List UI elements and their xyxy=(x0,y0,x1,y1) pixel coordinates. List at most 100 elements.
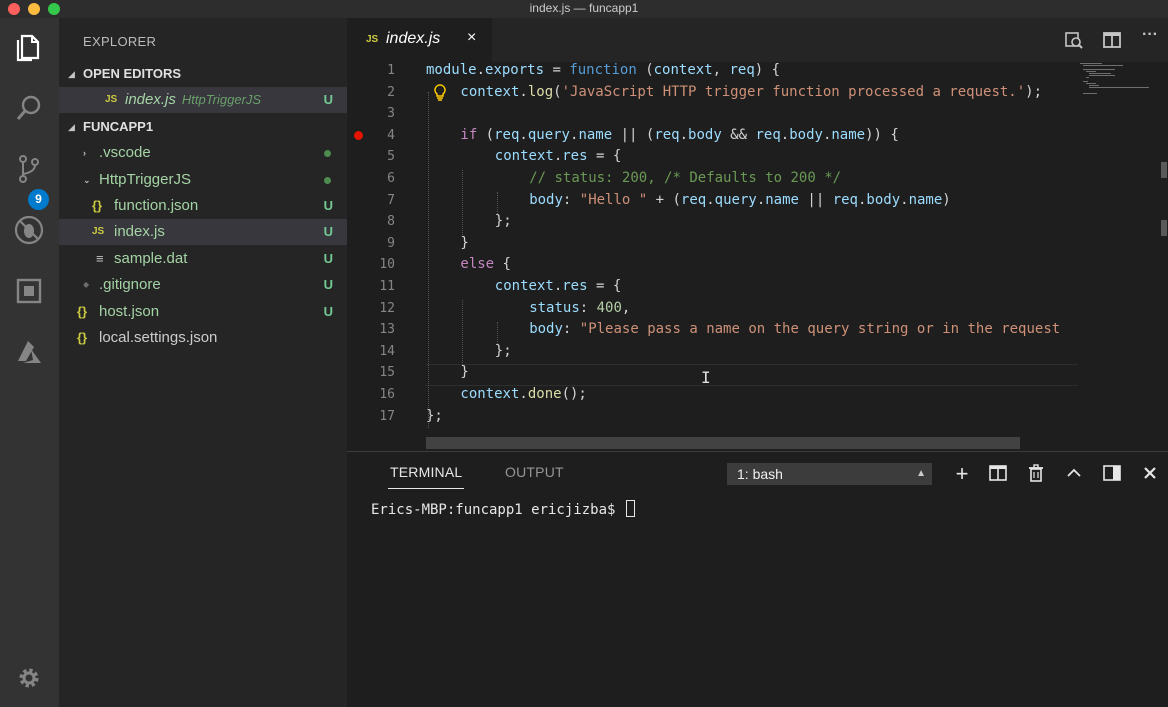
js-file-icon: JS xyxy=(366,34,379,45)
title-bar: index.js — funcapp1 xyxy=(0,0,1168,18)
code-token: req xyxy=(654,126,680,143)
terminal-prompt: Erics-MBP:funcapp1 ericjizba$ xyxy=(371,502,624,518)
tree-item-host-json[interactable]: {} host.json U xyxy=(59,299,347,325)
debug-icon[interactable] xyxy=(12,213,46,247)
search-icon[interactable] xyxy=(12,91,46,125)
tree-item-function-json[interactable]: {} function.json U xyxy=(59,193,347,219)
code-line: else { xyxy=(460,254,511,276)
select-arrow-icon: ▲ xyxy=(916,468,926,479)
tab-label: index.js xyxy=(386,30,441,47)
explorer-sidebar: EXPLORER ◢ OPEN EDITORS JS index.js HttpT… xyxy=(59,18,347,707)
git-file-icon: ◆ xyxy=(83,280,90,289)
code-token: : xyxy=(579,299,597,316)
tree-item-gitignore[interactable]: ◆ .gitignore U xyxy=(59,272,347,298)
horizontal-scrollbar[interactable] xyxy=(426,437,1020,449)
code-line: body: "Please pass a name on the query s… xyxy=(529,319,1060,341)
tab-output[interactable]: OUTPUT xyxy=(505,464,564,480)
lightbulb-icon[interactable] xyxy=(433,84,447,102)
code-token: query xyxy=(527,126,570,143)
code-token: = { xyxy=(587,278,622,294)
code-token: req xyxy=(494,126,520,143)
tab-index-js[interactable]: JS index.js × xyxy=(347,18,492,62)
tree-item-index-js[interactable]: JS index.js U xyxy=(59,219,347,245)
activity-bar: 9 xyxy=(0,18,59,707)
code-token: req xyxy=(680,191,707,208)
split-editor-icon[interactable] xyxy=(1102,30,1122,50)
open-changes-icon[interactable] xyxy=(1064,30,1084,50)
code-line: context.log('JavaScript HTTP trigger fun… xyxy=(460,82,1042,104)
close-icon[interactable]: × xyxy=(467,29,476,47)
code-token: exports xyxy=(485,62,545,78)
terminal-cursor xyxy=(625,500,635,517)
chevron-right-icon: › xyxy=(83,148,86,158)
code-token: body xyxy=(529,321,563,338)
tree-item-label: local.settings.json xyxy=(99,329,218,346)
code-token: res xyxy=(562,148,588,165)
code-token: context xyxy=(460,83,520,100)
code-token: 400 xyxy=(596,299,622,316)
open-editors-header[interactable]: ◢ OPEN EDITORS xyxy=(59,63,347,85)
code-editor[interactable]: 1 2 3 4 5 6 7 8 9 10 11 12 13 14 15 16 17 module.exports… xyxy=(347,62,1168,451)
project-header[interactable]: ◢ FUNCAPP1 xyxy=(59,116,347,138)
split-terminal-icon[interactable] xyxy=(989,464,1007,484)
tree-item-local-settings-json[interactable]: {} local.settings.json xyxy=(59,325,347,351)
new-terminal-icon[interactable]: + xyxy=(953,463,971,485)
toggle-panel-icon[interactable] xyxy=(1103,464,1121,484)
line-number: 3 xyxy=(387,106,395,122)
tree-item-httptriggerjs[interactable]: ⌄ HttpTriggerJS xyxy=(59,167,347,193)
chevron-down-icon: ◢ xyxy=(68,122,75,132)
code-token: name xyxy=(765,191,799,208)
extensions-icon[interactable] xyxy=(12,274,46,308)
js-file-icon: JS xyxy=(105,94,118,105)
code-token: . xyxy=(519,126,528,143)
line-number: 1 xyxy=(387,63,395,78)
terminal-output[interactable]: Erics-MBP:funcapp1 ericjizba$ xyxy=(371,500,635,518)
tree-item-label: HttpTriggerJS xyxy=(99,171,191,188)
breakpoint-icon[interactable] xyxy=(354,131,363,140)
more-actions-icon[interactable]: ··· xyxy=(1140,26,1160,46)
code-token: context xyxy=(494,148,554,165)
status-badge: U xyxy=(323,277,333,292)
terminal-select[interactable]: 1: bash ▲ xyxy=(727,463,932,485)
tree-item-sample-dat[interactable]: ≡ sample.dat U xyxy=(59,246,347,272)
modified-dot xyxy=(324,150,331,157)
code-token: , xyxy=(712,62,730,78)
close-panel-icon[interactable] xyxy=(1141,464,1159,484)
code-token: } xyxy=(460,364,469,381)
tree-item-vscode[interactable]: › .vscode xyxy=(59,140,347,166)
code-token: ( xyxy=(477,126,495,143)
chevron-down-icon: ⌄ xyxy=(83,175,91,185)
line-number: 6 xyxy=(387,171,395,186)
explorer-icon[interactable] xyxy=(12,30,46,64)
tab-terminal[interactable]: TERMINAL xyxy=(387,464,465,489)
code-token: . xyxy=(519,83,528,100)
azure-icon[interactable] xyxy=(12,335,46,369)
open-editor-item[interactable]: JS index.js HttpTriggerJS U xyxy=(59,87,347,113)
status-badge: U xyxy=(323,304,333,319)
tree-item-label: host.json xyxy=(99,303,160,320)
sidebar-title: EXPLORER xyxy=(83,34,157,49)
line-number: 2 xyxy=(387,84,395,100)
code-token: { xyxy=(494,256,511,273)
code-token: || xyxy=(798,191,833,208)
modified-dot xyxy=(324,177,331,184)
status-badge: U xyxy=(323,92,333,107)
chevron-down-icon: ◢ xyxy=(68,69,75,79)
code-token: . xyxy=(519,386,528,402)
code-line: status: 400, xyxy=(529,298,630,320)
code-token: else xyxy=(460,256,495,273)
code-line: }; xyxy=(495,211,512,233)
vertical-scrollbar[interactable] xyxy=(1158,62,1168,451)
code-line: }; xyxy=(426,406,443,428)
code-token: body xyxy=(529,191,563,208)
code-token: . xyxy=(756,191,766,208)
text-cursor-icon: I xyxy=(701,368,711,387)
gear-icon[interactable] xyxy=(12,661,46,695)
minimap[interactable] xyxy=(1078,62,1158,102)
trash-icon[interactable] xyxy=(1027,464,1045,484)
source-control-icon[interactable] xyxy=(12,152,46,186)
current-line-highlight xyxy=(426,364,1078,386)
chevron-up-icon[interactable] xyxy=(1065,464,1083,484)
code-token: ) xyxy=(942,191,951,208)
code-token: req xyxy=(729,62,755,78)
